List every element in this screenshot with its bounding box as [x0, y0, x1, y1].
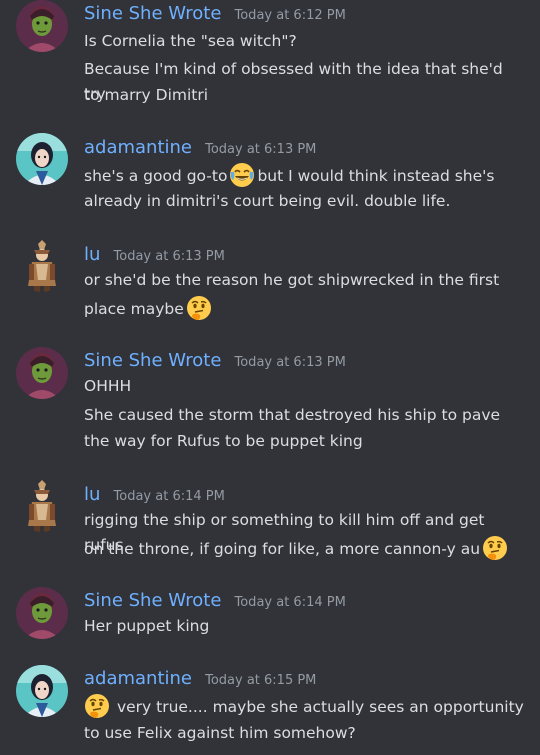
- message-text: very true.... maybe she actually sees an…: [84, 693, 528, 720]
- username[interactable]: Sine She Wrote: [84, 350, 221, 371]
- message-text: OHHH: [84, 377, 132, 395]
- message-text: the way for Rufus to be puppet king: [84, 432, 363, 450]
- timestamp: Today at 6:14 PM: [234, 595, 346, 610]
- username[interactable]: adamantine: [84, 668, 192, 689]
- message-text: Her puppet king: [84, 617, 210, 635]
- avatar[interactable]: [16, 480, 68, 532]
- username[interactable]: Sine She Wrote: [84, 3, 221, 24]
- avatar[interactable]: [16, 0, 68, 52]
- username[interactable]: adamantine: [84, 137, 192, 158]
- message-text: She caused the storm that destroyed his …: [84, 406, 501, 424]
- username[interactable]: lu: [84, 244, 100, 265]
- message-text: already in dimitri's court being evil. d…: [84, 192, 451, 210]
- avatar[interactable]: [16, 240, 68, 292]
- avatar[interactable]: [16, 587, 68, 639]
- message-text: place maybe: [84, 295, 528, 322]
- avatar[interactable]: [16, 133, 68, 185]
- timestamp: Today at 6:12 PM: [234, 8, 346, 23]
- timestamp: Today at 6:13 PM: [113, 249, 225, 264]
- timestamp: Today at 6:15 PM: [205, 673, 317, 688]
- timestamp: Today at 6:14 PM: [113, 489, 225, 504]
- timestamp: Today at 6:13 PM: [234, 355, 346, 370]
- username[interactable]: lu: [84, 484, 100, 505]
- message-text: to marry Dimitri: [84, 86, 209, 104]
- message-text: she's a good go-to but I would think ins…: [84, 162, 528, 189]
- thinking-emoji-icon: [84, 693, 110, 719]
- thinking-emoji-icon: [186, 295, 212, 321]
- avatar[interactable]: [16, 347, 68, 399]
- message-text: Is Cornelia the "sea witch"?: [84, 32, 297, 50]
- message-text: or she'd be the reason he got shipwrecke…: [84, 271, 500, 289]
- avatar[interactable]: [16, 665, 68, 717]
- username[interactable]: Sine She Wrote: [84, 590, 221, 611]
- joy-emoji-icon: [229, 162, 255, 188]
- timestamp: Today at 6:13 PM: [205, 142, 317, 157]
- message-text: on the throne, if going for like, a more…: [84, 535, 528, 562]
- thinking-emoji-icon: [482, 535, 508, 561]
- message-text: to use Felix against him somehow?: [84, 724, 356, 742]
